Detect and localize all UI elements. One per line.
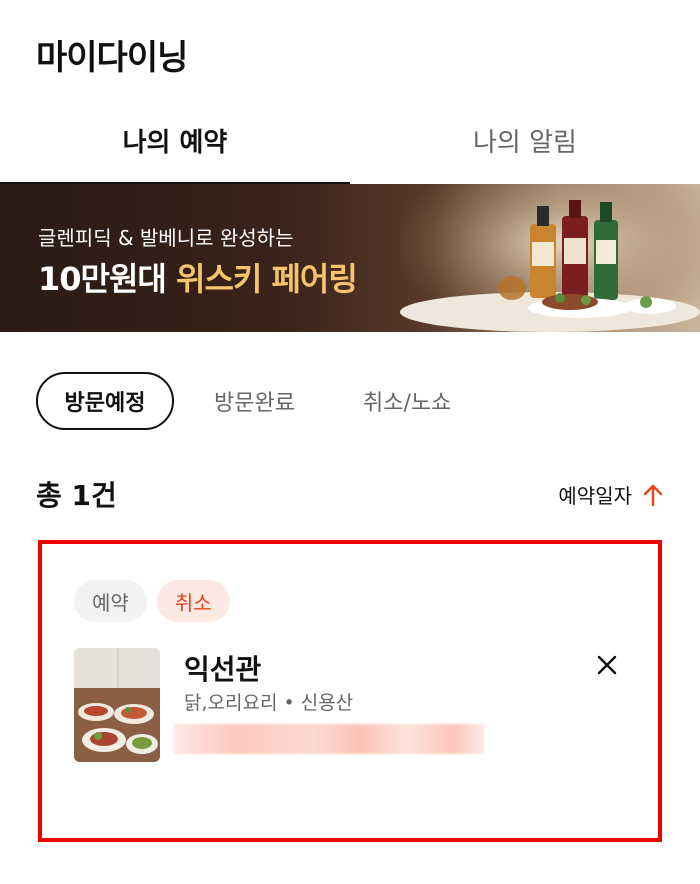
cancel-badge[interactable]: 취소 — [156, 580, 230, 622]
banner-subtitle: 글렌피딕 & 발베니로 완성하는 — [38, 226, 294, 250]
reservation-type-badge: 예약 — [74, 580, 147, 622]
close-icon[interactable] — [592, 650, 622, 680]
reservation-card[interactable]: 예약 취소 익선관 닭,오리요리 • 신용산 — [38, 540, 662, 842]
restaurant-thumbnail — [74, 648, 160, 762]
sort-button[interactable]: 예약일자 — [558, 480, 664, 509]
arrow-up-icon — [643, 484, 663, 506]
status-filter: 방문예정 방문완료 취소/노쇼 — [36, 372, 479, 430]
tab-label: 나의 예약 — [122, 128, 228, 158]
tab-label: 나의 알림 — [473, 128, 577, 158]
redacted-reservation-info — [174, 724, 484, 754]
sort-label: 예약일자 — [558, 484, 632, 508]
restaurant-meta: 닭,오리요리 • 신용산 — [184, 692, 354, 714]
tab-my-reservations[interactable]: 나의 예약 — [0, 108, 350, 186]
badge-group: 예약 취소 — [74, 580, 240, 622]
filter-cancelled-noshow[interactable]: 취소/노쇼 — [329, 372, 479, 430]
banner-title: 10만원대 위스키 페어링 — [38, 254, 358, 300]
filter-upcoming[interactable]: 방문예정 — [36, 372, 174, 430]
promo-banner[interactable]: 글렌피딕 & 발베니로 완성하는 10만원대 위스키 페어링 — [0, 184, 700, 332]
result-count: 총 1건 — [36, 479, 117, 512]
tab-bar: 나의 예약 나의 알림 — [0, 108, 700, 186]
page-title: 마이다이닝 — [36, 38, 188, 78]
filter-completed[interactable]: 방문완료 — [174, 372, 329, 430]
banner-title-prefix: 10만원대 — [38, 260, 167, 298]
banner-title-highlight: 위스키 페어링 — [176, 260, 358, 298]
restaurant-name[interactable]: 익선관 — [184, 648, 261, 688]
tab-my-notifications[interactable]: 나의 알림 — [350, 108, 700, 184]
list-header: 총 1건 예약일자 — [36, 474, 664, 514]
whisky-bottles-image — [400, 184, 700, 332]
